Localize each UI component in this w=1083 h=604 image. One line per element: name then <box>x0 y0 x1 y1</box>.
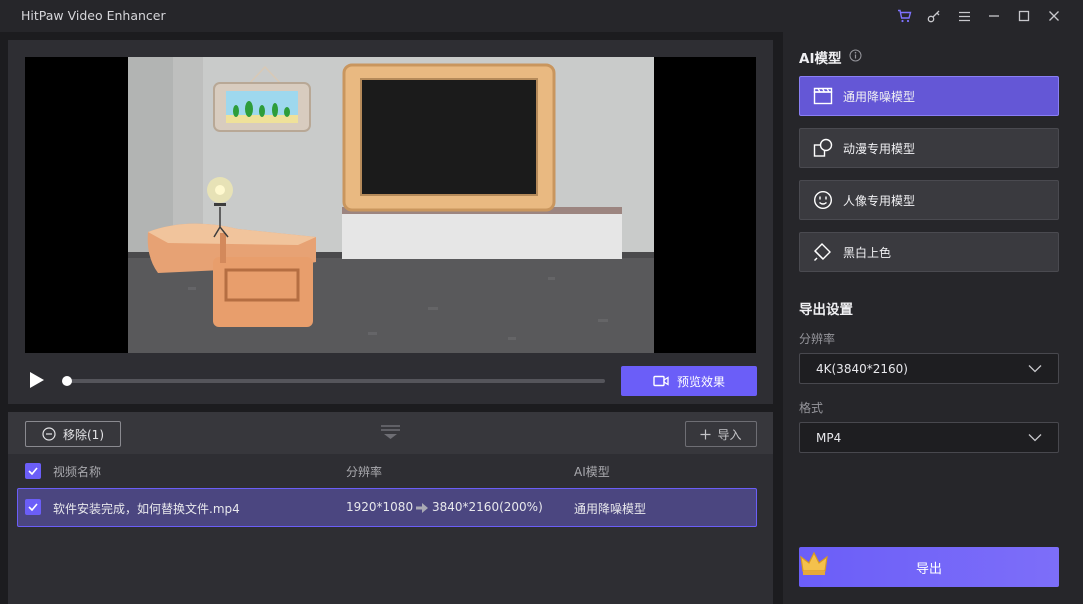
face-icon <box>811 188 835 212</box>
list-header: 视频名称 分辨率 AI模型 <box>8 458 773 484</box>
row-model: 通用降噪模型 <box>574 502 647 516</box>
model-label: 通用降噪模型 <box>843 89 916 104</box>
video-list-panel: 移除(1) 导入 视频名称 分辨率 AI模型 软件安装完成，如何替换文件.mp4… <box>8 412 773 604</box>
export-settings-title: 导出设置 <box>799 302 853 318</box>
row-resolution-from: 1920*1080 <box>346 500 414 514</box>
ai-model-title: AI模型 <box>799 51 842 67</box>
row-resolution-to: 3840*2160(200%) <box>432 500 543 514</box>
video-viewport <box>25 57 756 353</box>
cart-icon <box>897 9 911 23</box>
progress-handle[interactable] <box>62 376 72 386</box>
check-icon <box>28 467 38 475</box>
close-button[interactable] <box>1039 0 1069 32</box>
model-colorize-button[interactable]: 黑白上色 <box>799 232 1059 272</box>
clapperboard-icon <box>811 84 835 108</box>
key-icon <box>927 10 940 23</box>
import-label: 导入 <box>717 427 742 442</box>
title-bar: HitPaw Video Enhancer <box>0 0 1083 32</box>
resolution-value: 4K(3840*2160) <box>816 361 908 376</box>
column-header-resolution: 分辨率 <box>346 465 383 479</box>
paint-bucket-icon <box>811 240 835 264</box>
settings-panel: AI模型 通用降噪模型 动漫专用模型 人像专用模型 黑白上色 导出设置 分辨率 … <box>783 32 1083 604</box>
check-icon <box>28 503 38 511</box>
row-checkbox[interactable] <box>25 499 41 515</box>
window-controls <box>889 0 1069 32</box>
model-anime-button[interactable]: 动漫专用模型 <box>799 128 1059 168</box>
chevron-down-icon <box>1028 434 1042 442</box>
import-button[interactable]: 导入 <box>685 421 757 447</box>
model-label: 动漫专用模型 <box>843 141 916 156</box>
shapes-icon <box>811 136 835 160</box>
plus-icon <box>700 429 711 439</box>
preview-panel: 预览效果 <box>8 40 773 404</box>
close-icon <box>1049 11 1059 21</box>
crown-icon <box>800 551 828 575</box>
collapse-handle-icon[interactable] <box>380 424 401 440</box>
remove-label: 移除(1) <box>63 427 104 442</box>
row-file-name: 软件安装完成，如何替换文件.mp4 <box>53 502 240 516</box>
key-button[interactable] <box>919 0 949 32</box>
video-camera-icon <box>653 375 669 387</box>
resolution-label: 分辨率 <box>799 332 836 346</box>
format-label: 格式 <box>799 401 824 415</box>
table-row[interactable]: 软件安装完成，如何替换文件.mp4 1920*1080 3840*2160(20… <box>17 488 757 527</box>
remove-button[interactable]: 移除(1) <box>25 421 121 447</box>
maximize-icon <box>1018 10 1030 22</box>
player-controls: 预览效果 <box>8 360 773 402</box>
progress-bar[interactable] <box>62 376 605 386</box>
model-general-denoise-button[interactable]: 通用降噪模型 <box>799 76 1059 116</box>
hamburger-menu-icon <box>958 11 970 21</box>
format-value: MP4 <box>816 430 842 445</box>
model-portrait-button[interactable]: 人像专用模型 <box>799 180 1059 220</box>
menu-button[interactable] <box>949 0 979 32</box>
column-header-name: 视频名称 <box>53 465 102 479</box>
minimize-icon <box>989 15 999 17</box>
preview-effect-label: 预览效果 <box>676 374 725 389</box>
arrow-right-icon <box>416 503 428 513</box>
chevron-down-icon <box>1028 365 1042 373</box>
app-title: HitPaw Video Enhancer <box>21 8 166 23</box>
list-toolbar: 移除(1) 导入 <box>8 412 773 454</box>
export-button[interactable]: 导出 <box>799 547 1059 587</box>
model-label: 黑白上色 <box>843 245 892 260</box>
export-label: 导出 <box>915 561 942 577</box>
video-frame-image <box>128 57 654 353</box>
info-icon[interactable] <box>849 49 862 62</box>
column-header-model: AI模型 <box>574 465 610 479</box>
preview-effect-button[interactable]: 预览效果 <box>621 366 757 396</box>
cart-button[interactable] <box>889 0 919 32</box>
maximize-button[interactable] <box>1009 0 1039 32</box>
play-icon[interactable] <box>28 371 46 389</box>
resolution-select[interactable]: 4K(3840*2160) <box>799 353 1059 384</box>
model-label: 人像专用模型 <box>843 193 916 208</box>
minus-circle-icon <box>42 427 56 441</box>
minimize-button[interactable] <box>979 0 1009 32</box>
select-all-checkbox[interactable] <box>25 463 41 479</box>
format-select[interactable]: MP4 <box>799 422 1059 453</box>
